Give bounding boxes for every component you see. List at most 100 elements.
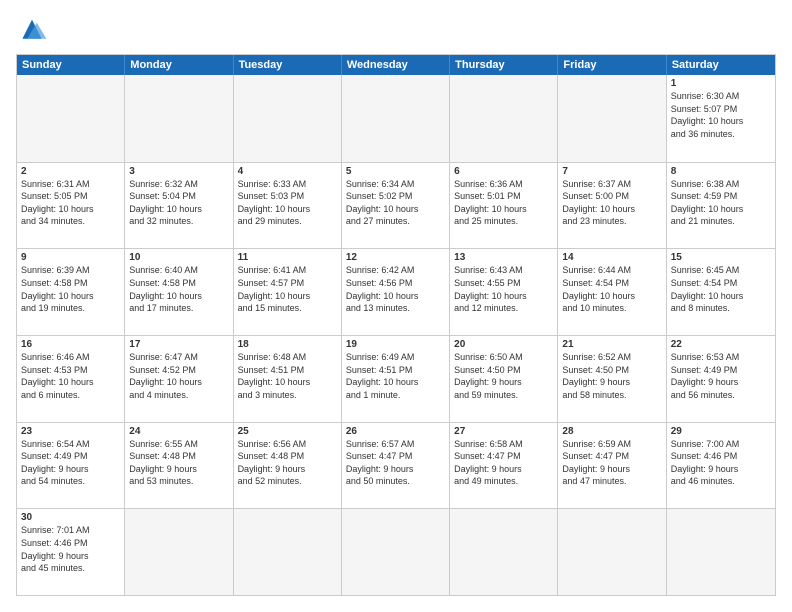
day-header-friday: Friday bbox=[558, 55, 666, 75]
day-number: 29 bbox=[671, 426, 771, 437]
day-info: Sunrise: 6:34 AM Sunset: 5:02 PM Dayligh… bbox=[346, 178, 445, 228]
day-info: Sunrise: 6:40 AM Sunset: 4:58 PM Dayligh… bbox=[129, 264, 228, 314]
calendar-cell: 6Sunrise: 6:36 AM Sunset: 5:01 PM Daylig… bbox=[450, 163, 558, 249]
calendar-cell: 29Sunrise: 7:00 AM Sunset: 4:46 PM Dayli… bbox=[667, 423, 775, 509]
day-number: 7 bbox=[562, 166, 661, 177]
calendar-cell: 1Sunrise: 6:30 AM Sunset: 5:07 PM Daylig… bbox=[667, 75, 775, 162]
calendar-cell bbox=[342, 75, 450, 162]
day-info: Sunrise: 6:49 AM Sunset: 4:51 PM Dayligh… bbox=[346, 351, 445, 401]
day-number: 26 bbox=[346, 426, 445, 437]
day-number: 25 bbox=[238, 426, 337, 437]
calendar-header: SundayMondayTuesdayWednesdayThursdayFrid… bbox=[17, 55, 775, 75]
calendar-cell: 5Sunrise: 6:34 AM Sunset: 5:02 PM Daylig… bbox=[342, 163, 450, 249]
day-info: Sunrise: 6:53 AM Sunset: 4:49 PM Dayligh… bbox=[671, 351, 771, 401]
day-info: Sunrise: 7:00 AM Sunset: 4:46 PM Dayligh… bbox=[671, 438, 771, 488]
day-number: 22 bbox=[671, 339, 771, 350]
day-number: 2 bbox=[21, 166, 120, 177]
day-header-sunday: Sunday bbox=[17, 55, 125, 75]
calendar-cell bbox=[450, 509, 558, 595]
day-info: Sunrise: 6:44 AM Sunset: 4:54 PM Dayligh… bbox=[562, 264, 661, 314]
day-number: 14 bbox=[562, 252, 661, 263]
day-number: 10 bbox=[129, 252, 228, 263]
day-number: 13 bbox=[454, 252, 553, 263]
day-info: Sunrise: 6:36 AM Sunset: 5:01 PM Dayligh… bbox=[454, 178, 553, 228]
day-number: 12 bbox=[346, 252, 445, 263]
day-number: 21 bbox=[562, 339, 661, 350]
calendar-row-4: 23Sunrise: 6:54 AM Sunset: 4:49 PM Dayli… bbox=[17, 422, 775, 509]
day-number: 8 bbox=[671, 166, 771, 177]
calendar-row-2: 9Sunrise: 6:39 AM Sunset: 4:58 PM Daylig… bbox=[17, 248, 775, 335]
calendar-cell: 8Sunrise: 6:38 AM Sunset: 4:59 PM Daylig… bbox=[667, 163, 775, 249]
calendar-cell bbox=[234, 75, 342, 162]
day-info: Sunrise: 6:33 AM Sunset: 5:03 PM Dayligh… bbox=[238, 178, 337, 228]
calendar-row-1: 2Sunrise: 6:31 AM Sunset: 5:05 PM Daylig… bbox=[17, 162, 775, 249]
day-info: Sunrise: 6:43 AM Sunset: 4:55 PM Dayligh… bbox=[454, 264, 553, 314]
day-number: 24 bbox=[129, 426, 228, 437]
calendar-body: 1Sunrise: 6:30 AM Sunset: 5:07 PM Daylig… bbox=[17, 75, 775, 595]
day-header-thursday: Thursday bbox=[450, 55, 558, 75]
calendar-cell: 7Sunrise: 6:37 AM Sunset: 5:00 PM Daylig… bbox=[558, 163, 666, 249]
day-number: 20 bbox=[454, 339, 553, 350]
calendar-cell: 18Sunrise: 6:48 AM Sunset: 4:51 PM Dayli… bbox=[234, 336, 342, 422]
calendar-cell: 16Sunrise: 6:46 AM Sunset: 4:53 PM Dayli… bbox=[17, 336, 125, 422]
calendar-cell: 27Sunrise: 6:58 AM Sunset: 4:47 PM Dayli… bbox=[450, 423, 558, 509]
day-info: Sunrise: 6:56 AM Sunset: 4:48 PM Dayligh… bbox=[238, 438, 337, 488]
calendar-cell bbox=[342, 509, 450, 595]
calendar-cell: 3Sunrise: 6:32 AM Sunset: 5:04 PM Daylig… bbox=[125, 163, 233, 249]
day-number: 11 bbox=[238, 252, 337, 263]
calendar-cell: 23Sunrise: 6:54 AM Sunset: 4:49 PM Dayli… bbox=[17, 423, 125, 509]
calendar-cell: 13Sunrise: 6:43 AM Sunset: 4:55 PM Dayli… bbox=[450, 249, 558, 335]
day-info: Sunrise: 6:37 AM Sunset: 5:00 PM Dayligh… bbox=[562, 178, 661, 228]
day-info: Sunrise: 6:59 AM Sunset: 4:47 PM Dayligh… bbox=[562, 438, 661, 488]
day-number: 28 bbox=[562, 426, 661, 437]
day-number: 3 bbox=[129, 166, 228, 177]
day-info: Sunrise: 6:38 AM Sunset: 4:59 PM Dayligh… bbox=[671, 178, 771, 228]
calendar-cell bbox=[125, 75, 233, 162]
day-info: Sunrise: 6:30 AM Sunset: 5:07 PM Dayligh… bbox=[671, 90, 771, 140]
day-info: Sunrise: 6:47 AM Sunset: 4:52 PM Dayligh… bbox=[129, 351, 228, 401]
day-number: 9 bbox=[21, 252, 120, 263]
day-info: Sunrise: 7:01 AM Sunset: 4:46 PM Dayligh… bbox=[21, 524, 120, 574]
day-info: Sunrise: 6:32 AM Sunset: 5:04 PM Dayligh… bbox=[129, 178, 228, 228]
calendar-cell: 19Sunrise: 6:49 AM Sunset: 4:51 PM Dayli… bbox=[342, 336, 450, 422]
day-number: 1 bbox=[671, 78, 771, 89]
calendar-cell: 9Sunrise: 6:39 AM Sunset: 4:58 PM Daylig… bbox=[17, 249, 125, 335]
calendar-cell bbox=[558, 509, 666, 595]
calendar-cell bbox=[450, 75, 558, 162]
day-info: Sunrise: 6:52 AM Sunset: 4:50 PM Dayligh… bbox=[562, 351, 661, 401]
day-header-saturday: Saturday bbox=[667, 55, 775, 75]
day-info: Sunrise: 6:39 AM Sunset: 4:58 PM Dayligh… bbox=[21, 264, 120, 314]
day-number: 30 bbox=[21, 512, 120, 523]
calendar-cell: 14Sunrise: 6:44 AM Sunset: 4:54 PM Dayli… bbox=[558, 249, 666, 335]
calendar-cell: 20Sunrise: 6:50 AM Sunset: 4:50 PM Dayli… bbox=[450, 336, 558, 422]
day-number: 23 bbox=[21, 426, 120, 437]
day-number: 15 bbox=[671, 252, 771, 263]
day-number: 27 bbox=[454, 426, 553, 437]
day-number: 16 bbox=[21, 339, 120, 350]
calendar-cell: 4Sunrise: 6:33 AM Sunset: 5:03 PM Daylig… bbox=[234, 163, 342, 249]
calendar-cell: 25Sunrise: 6:56 AM Sunset: 4:48 PM Dayli… bbox=[234, 423, 342, 509]
logo bbox=[16, 16, 54, 44]
day-info: Sunrise: 6:41 AM Sunset: 4:57 PM Dayligh… bbox=[238, 264, 337, 314]
calendar-cell: 30Sunrise: 7:01 AM Sunset: 4:46 PM Dayli… bbox=[17, 509, 125, 595]
header bbox=[16, 16, 776, 44]
calendar-row-3: 16Sunrise: 6:46 AM Sunset: 4:53 PM Dayli… bbox=[17, 335, 775, 422]
calendar-row-0: 1Sunrise: 6:30 AM Sunset: 5:07 PM Daylig… bbox=[17, 75, 775, 162]
day-header-wednesday: Wednesday bbox=[342, 55, 450, 75]
calendar-cell: 10Sunrise: 6:40 AM Sunset: 4:58 PM Dayli… bbox=[125, 249, 233, 335]
day-number: 6 bbox=[454, 166, 553, 177]
calendar-cell: 15Sunrise: 6:45 AM Sunset: 4:54 PM Dayli… bbox=[667, 249, 775, 335]
day-header-tuesday: Tuesday bbox=[234, 55, 342, 75]
calendar-cell: 17Sunrise: 6:47 AM Sunset: 4:52 PM Dayli… bbox=[125, 336, 233, 422]
calendar-cell: 11Sunrise: 6:41 AM Sunset: 4:57 PM Dayli… bbox=[234, 249, 342, 335]
calendar-cell: 28Sunrise: 6:59 AM Sunset: 4:47 PM Dayli… bbox=[558, 423, 666, 509]
calendar: SundayMondayTuesdayWednesdayThursdayFrid… bbox=[16, 54, 776, 596]
calendar-cell: 2Sunrise: 6:31 AM Sunset: 5:05 PM Daylig… bbox=[17, 163, 125, 249]
day-number: 19 bbox=[346, 339, 445, 350]
calendar-row-5: 30Sunrise: 7:01 AM Sunset: 4:46 PM Dayli… bbox=[17, 508, 775, 595]
day-number: 18 bbox=[238, 339, 337, 350]
calendar-cell bbox=[558, 75, 666, 162]
day-info: Sunrise: 6:57 AM Sunset: 4:47 PM Dayligh… bbox=[346, 438, 445, 488]
logo-icon bbox=[16, 16, 48, 44]
calendar-cell: 12Sunrise: 6:42 AM Sunset: 4:56 PM Dayli… bbox=[342, 249, 450, 335]
